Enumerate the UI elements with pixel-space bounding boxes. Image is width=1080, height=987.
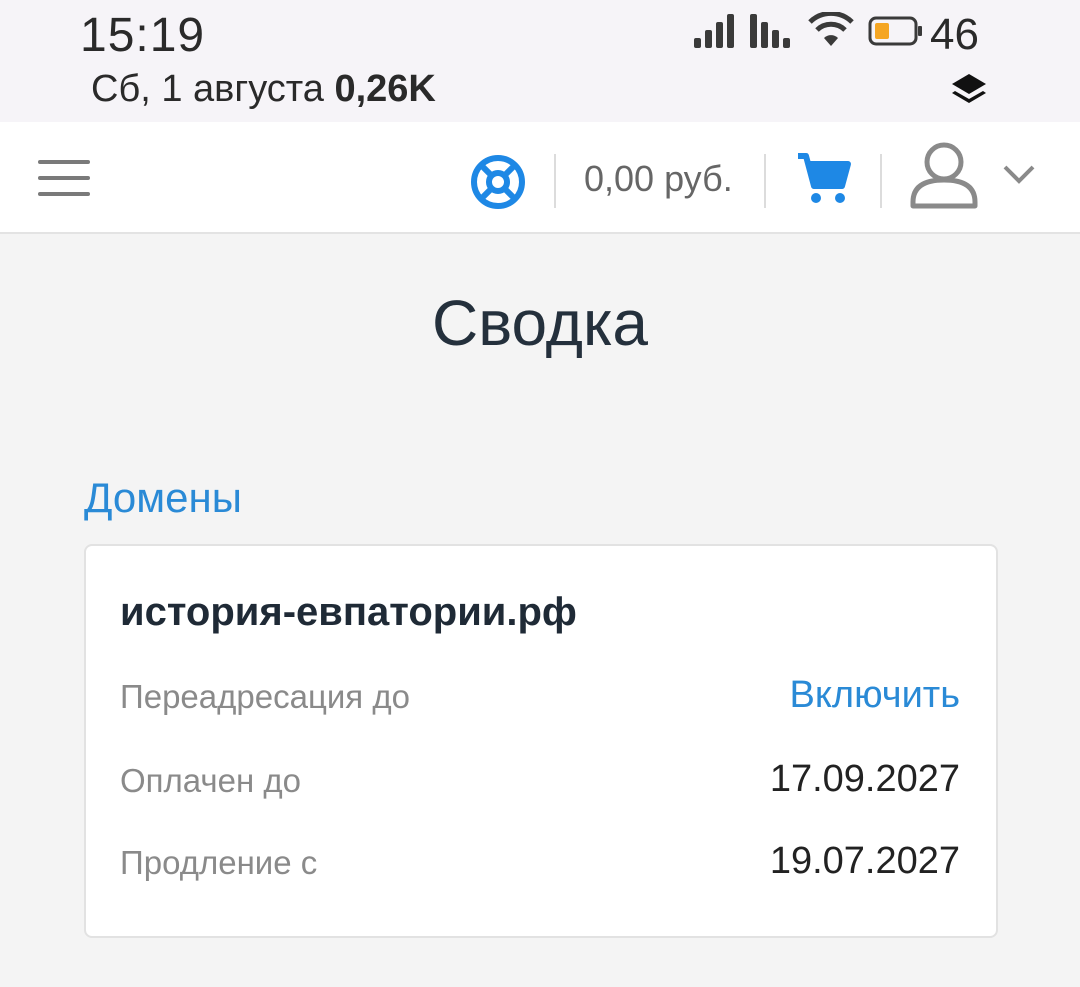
balance-value[interactable]: 0,00 руб.	[584, 158, 733, 200]
battery-level: 46	[930, 10, 979, 59]
status-bar: 15:19 Сб, 1 августа 0,26K 46	[0, 0, 1080, 122]
signal-icon-2	[750, 14, 790, 48]
header-divider	[880, 154, 882, 208]
chevron-down-icon[interactable]	[1002, 162, 1036, 186]
battery-icon	[868, 16, 922, 46]
section-title-domains[interactable]: Домены	[84, 474, 242, 522]
cart-icon[interactable]	[796, 152, 852, 206]
status-data-speed: 0,26K	[334, 68, 436, 110]
layers-icon	[952, 74, 986, 103]
header-divider	[764, 154, 766, 208]
header-divider	[554, 154, 556, 208]
wifi-icon	[808, 12, 854, 46]
status-date-text: Сб, 1 августа	[91, 68, 324, 110]
paid-until-label: Оплачен до	[120, 762, 301, 799]
domain-card[interactable]: история-евпатории.рф Переадресация до Вк…	[84, 544, 998, 938]
help-icon[interactable]	[470, 154, 526, 210]
renewal-from-value: 19.07.2027	[769, 840, 960, 882]
redirect-enable-link[interactable]: Включить	[790, 674, 960, 717]
paid-until-value: 17.09.2027	[769, 758, 960, 800]
domain-name[interactable]: история-евпатории.рф	[120, 590, 577, 635]
signal-icon	[694, 14, 734, 48]
menu-icon[interactable]	[38, 160, 90, 200]
page-title: Сводка	[431, 287, 649, 359]
user-icon[interactable]	[908, 140, 980, 212]
status-time: 15:19	[80, 9, 206, 62]
renewal-from-label: Продление с	[120, 844, 318, 881]
status-date: Сб, 1 августа 0,26K	[91, 68, 436, 111]
redirect-label: Переадресация до	[120, 678, 410, 715]
app-header: 0,00 руб.	[0, 122, 1080, 234]
